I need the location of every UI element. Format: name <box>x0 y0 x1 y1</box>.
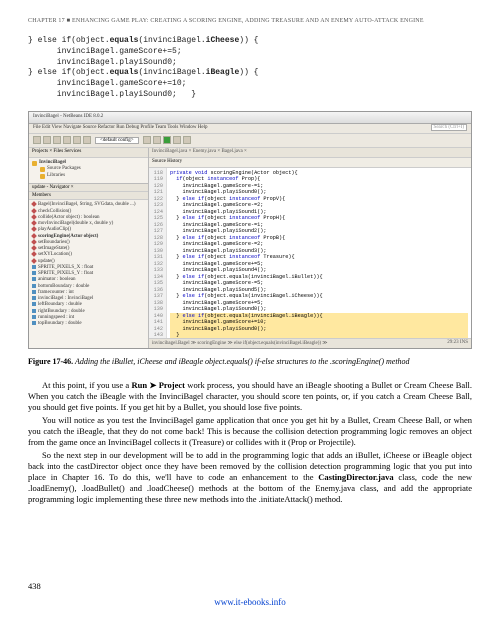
folder-icon <box>40 174 45 179</box>
field-icon <box>32 290 36 294</box>
method-icon <box>31 226 37 232</box>
ide-screenshot: InvinciBagel - NetBeans IDE 8.0.2 File E… <box>28 111 472 349</box>
method-icon <box>31 239 37 245</box>
projects-tab[interactable]: Projects × Files Services <box>29 148 148 158</box>
figure-caption: Figure 17-46. Adding the iBullet, iChees… <box>28 357 472 366</box>
chapter-header: CHAPTER 17 ■ ENHANCING GAME PLAY: CREATI… <box>28 18 472 24</box>
ide-statusbar: invincibagel.Bagel ≫ scoringEngine ≫ els… <box>149 338 471 348</box>
field-icon <box>32 277 36 281</box>
ide-toolbar[interactable]: <default config> <box>29 134 471 148</box>
run-icon[interactable] <box>163 136 171 144</box>
line-gutter: 118 119 120 121 122 123 124 125 126 127 … <box>149 168 167 338</box>
field-icon <box>32 284 36 288</box>
code-text[interactable]: private void scoringEngine(Actor object)… <box>167 168 471 338</box>
field-icon <box>32 271 36 275</box>
method-icon <box>31 245 37 251</box>
search-input[interactable]: Search (Ctrl+I) <box>431 124 467 131</box>
folder-icon <box>40 167 45 172</box>
method-icon <box>31 251 37 257</box>
config-dropdown[interactable]: <default config> <box>95 137 139 144</box>
method-icon <box>31 208 37 214</box>
nav-member[interactable]: topBoundary : double <box>32 321 145 327</box>
method-icon <box>31 233 37 239</box>
paragraph-3: So the next step in our development will… <box>28 450 472 505</box>
new-project-icon[interactable] <box>43 136 51 144</box>
ide-left-panel: Projects × Files Services InvinciBagel S… <box>29 148 149 348</box>
method-icon <box>31 214 37 220</box>
field-icon <box>32 296 36 300</box>
footer-link[interactable]: www.it-ebooks.info <box>0 597 500 607</box>
coffee-icon <box>32 161 37 166</box>
ide-editor-panel: InvinciBagel.java × Enemy.java × Bagel.j… <box>149 148 471 348</box>
top-code-block: } else if(object.equals(invinciBagel.iCh… <box>28 36 472 101</box>
method-icon <box>31 201 37 207</box>
field-icon <box>32 315 36 319</box>
field-icon <box>32 265 36 269</box>
undo-icon[interactable] <box>73 136 81 144</box>
paragraph-2: You will notice as you test the InvinciB… <box>28 415 472 448</box>
ide-menubar[interactable]: File Edit View Navigate Source Refactor … <box>29 124 471 134</box>
build-icon[interactable] <box>143 136 151 144</box>
profile-icon[interactable] <box>183 136 191 144</box>
navigator-list[interactable]: Bagel(InvinciBagel, String, SVGdata, dou… <box>29 200 148 329</box>
page-number: 438 <box>28 581 41 591</box>
field-icon <box>32 321 36 325</box>
clean-build-icon[interactable] <box>153 136 161 144</box>
save-icon[interactable] <box>63 136 71 144</box>
method-icon <box>31 258 37 264</box>
method-icon <box>31 220 37 226</box>
editor-tabs[interactable]: InvinciBagel.java × Enemy.java × Bagel.j… <box>149 148 471 158</box>
debug-icon[interactable] <box>173 136 181 144</box>
new-file-icon[interactable] <box>33 136 41 144</box>
open-icon[interactable] <box>53 136 61 144</box>
project-tree[interactable]: InvinciBagel Source Packages Libraries <box>29 158 148 182</box>
navigator-title: update - Navigator × <box>29 184 148 192</box>
navigator-members[interactable]: Members <box>29 192 148 200</box>
editor-area[interactable]: 118 119 120 121 122 123 124 125 126 127 … <box>149 168 471 338</box>
field-icon <box>32 302 36 306</box>
field-icon <box>32 309 36 313</box>
redo-icon[interactable] <box>83 136 91 144</box>
editor-toolbar[interactable]: Source History <box>149 158 471 168</box>
paragraph-1: At this point, if you use a Run ➤ Projec… <box>28 380 472 413</box>
ide-window-title: InvinciBagel - NetBeans IDE 8.0.2 <box>29 112 471 124</box>
